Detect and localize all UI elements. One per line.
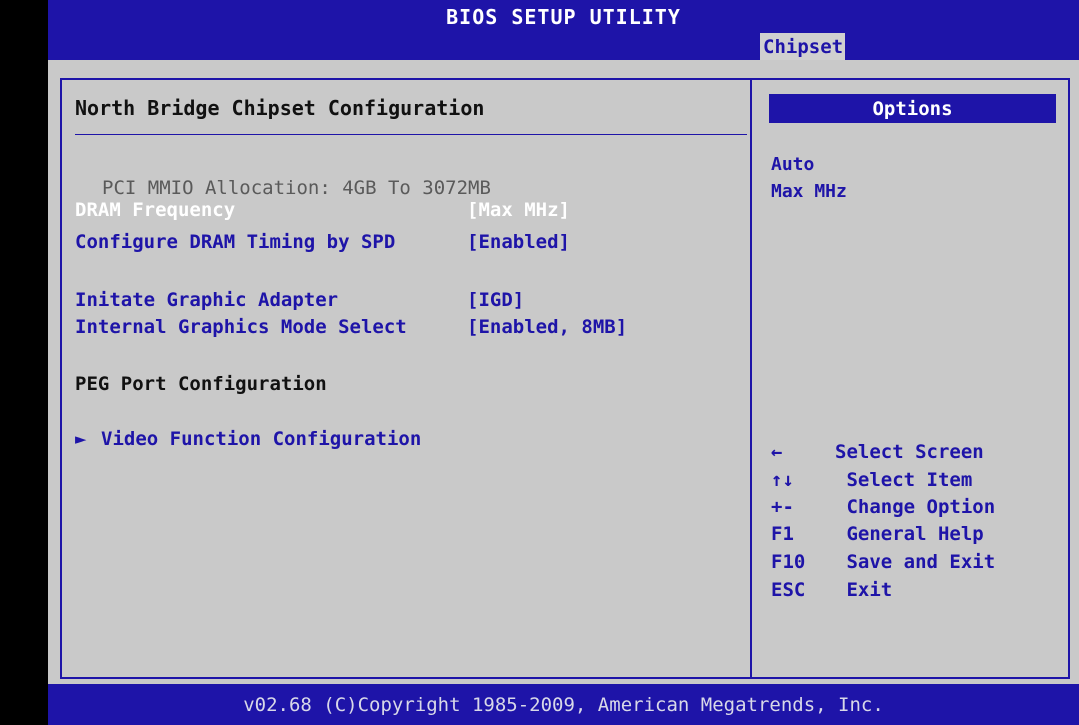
setting-value: [IGD] xyxy=(467,289,525,311)
help-desc: Select Item xyxy=(835,469,973,491)
help-desc: Exit xyxy=(835,579,893,601)
help-desc: Change Option xyxy=(835,496,996,518)
main-area: North Bridge Chipset Configuration PCI M… xyxy=(48,60,1079,684)
setting-label: Initate Graphic Adapter xyxy=(75,289,339,311)
help-desc: Save and Exit xyxy=(835,551,996,573)
section-title: North Bridge Chipset Configuration xyxy=(75,96,485,120)
help-key-f1: F1 xyxy=(771,523,794,545)
options-header: Options xyxy=(769,94,1056,123)
setting-label: PEG Port Configuration xyxy=(75,373,327,395)
help-desc: General Help xyxy=(835,523,984,545)
setting-value: [Enabled] xyxy=(467,231,570,253)
setting-value: [Max MHz] xyxy=(467,199,570,221)
setting-value: [Enabled, 8MB] xyxy=(467,316,628,338)
setting-label: Video Function Configuration xyxy=(101,428,422,450)
setting-label: Internal Graphics Mode Select xyxy=(75,316,407,338)
help-desc: Select Screen xyxy=(835,441,984,463)
settings-panel: North Bridge Chipset Configuration PCI M… xyxy=(60,78,752,679)
setting-label: PCI MMIO Allocation: 4GB To 3072MB xyxy=(102,177,491,199)
left-right-arrow-icon: ← xyxy=(771,441,783,463)
help-exit: ESC Exit xyxy=(771,579,892,667)
bios-title: BIOS SETUP UTILITY xyxy=(48,0,1079,33)
tab-chipset[interactable]: Chipset xyxy=(760,33,846,60)
setting-label: Configure DRAM Timing by SPD xyxy=(75,231,396,253)
help-key-esc: ESC xyxy=(771,579,806,601)
tab-bar: Chipset xyxy=(48,33,1079,60)
title-divider xyxy=(75,134,747,135)
plus-minus-icon: +- xyxy=(771,496,794,518)
help-panel: Options Auto Max MHz ← Select Screen ↑↓ … xyxy=(752,78,1070,679)
up-down-arrow-icon: ↑↓ xyxy=(771,469,794,491)
setting-label: DRAM Frequency xyxy=(75,199,236,221)
option-max-mhz[interactable]: Max MHz xyxy=(771,181,847,202)
submenu-video-function[interactable]: ► Video Function Configuration xyxy=(75,428,421,516)
submenu-arrow-icon: ► xyxy=(75,428,87,450)
option-auto[interactable]: Auto xyxy=(771,154,814,175)
copyright-footer: v02.68 (C)Copyright 1985-2009, American … xyxy=(48,684,1079,725)
help-key-f10: F10 xyxy=(771,551,806,573)
